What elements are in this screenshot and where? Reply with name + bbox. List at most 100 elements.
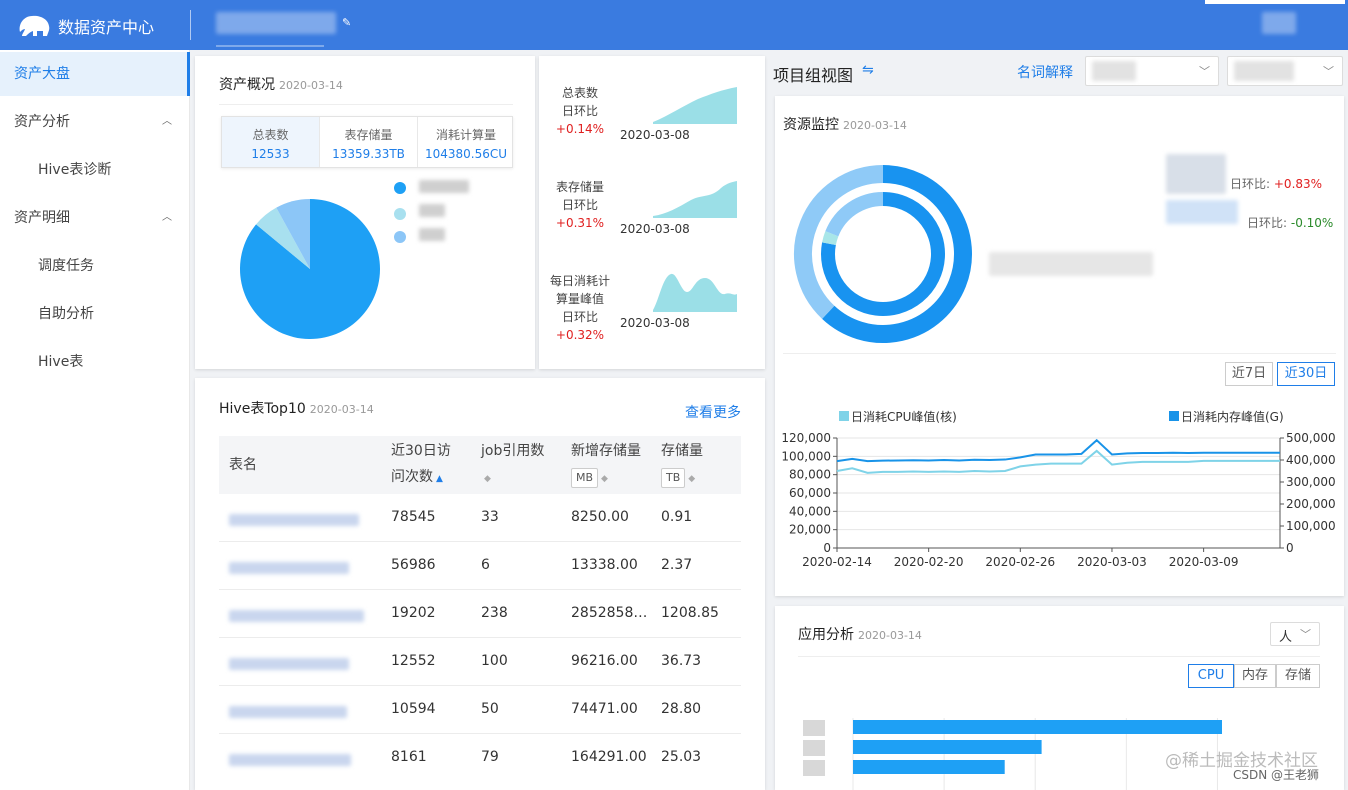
table-name-link[interactable] [229,514,359,526]
change-label: 日环比: +0.83% [1230,175,1322,192]
legend-label: 日消耗内存峰值(G) [1181,410,1284,424]
range-7d-button[interactable]: 近7日 [1225,362,1273,386]
table-row[interactable]: 56986 6 13338.00 2.37 [219,542,741,590]
sparkline-compute [653,273,737,312]
panel-title: 资产概况 2020-03-14 [219,74,343,94]
col-header-visits[interactable]: 近30日访 问次数 ▲ [391,438,451,492]
y-tick-label-left: 20,000 [789,523,831,537]
cell-visits: 19202 [391,605,436,621]
asset-overview-panel: 资产概况 2020-03-14 总表数 12533 表存储量 13359.33TB… [195,56,535,369]
sidebar-item-hive-diagnosis[interactable]: Hive表诊断 [0,148,190,192]
table-name-link[interactable] [229,562,349,574]
cell-new-storage: 96216.00 [571,653,638,669]
table-header: 表名 近30日访 问次数 ▲ job引用数 ◆ 新增存储量 MB ◆ 存储量 TB ◆ [219,436,741,494]
spark-label-text: 算量峰值 [555,292,604,306]
sidebar-item-label: Hive表 [38,354,84,370]
col-header-text: 近30日访 [391,443,451,459]
dimension-dropdown[interactable]: 人 ﹀ [1270,622,1320,646]
cell-jobs: 79 [481,749,499,765]
unit-button-mb[interactable]: MB [571,468,599,488]
table-row[interactable]: 12552 100 96216.00 36.73 [219,638,741,686]
tab-total-tables[interactable]: 总表数 12533 [222,117,320,167]
cell-new-storage: 8250.00 [571,509,629,525]
overview-pie-chart [240,199,380,339]
glossary-link[interactable]: 名词解释 [1017,62,1073,82]
panel-date: 2020-03-14 [858,629,922,642]
view-more-link[interactable]: 查看更多 [685,402,741,422]
panel-date: 2020-03-14 [279,79,343,92]
cell-new-storage: 2852858… [571,605,648,621]
y-tick-label-right: 100,000 [1286,519,1336,533]
cell-storage: 28.80 [661,701,702,717]
spark-label-text: 日环比 [561,310,598,324]
hive-top10-panel: Hive表Top10 2020-03-14 查看更多 表名 近30日访 问次数 ▲ … [195,378,765,790]
sidebar-item-self-analysis[interactable]: 自助分析 [0,292,190,336]
col-header-jobs[interactable]: job引用数 ◆ [481,438,544,492]
dropdown-value [1092,61,1136,81]
chevron-down-icon: ﹀ [1199,65,1210,78]
unit-button-tb[interactable]: TB [661,468,686,488]
col-header-storage[interactable]: 存储量 TB ◆ [661,438,703,492]
sidebar-item-asset-dashboard[interactable]: 资产大盘 [0,52,190,96]
tab-table-storage[interactable]: 表存储量 13359.33TB [320,117,418,167]
col-header-text: 存储量 [661,443,703,459]
user-avatar[interactable] [1262,12,1296,34]
tab-memory[interactable]: 内存 [1234,664,1276,688]
legend-label [419,228,445,241]
col-header-new-storage[interactable]: 新增存储量 MB ◆ [571,438,641,492]
spark-date: 2020-03-08 [620,222,690,236]
y-tick-label-right: 400,000 [1286,453,1336,467]
table-row[interactable]: 78545 33 8250.00 0.91 [219,494,741,542]
sidebar-item-label: 调度任务 [38,258,94,274]
resource-line-chart: 120,000 100,000 80,000 60,000 40,000 20,000 0 5… [781,431,1336,569]
sort-icon[interactable]: ◆ [688,474,695,484]
sort-icon[interactable]: ◆ [484,474,491,484]
watermark-csdn: CSDN @王老狮 [1233,768,1320,782]
y-tick-label-right: 300,000 [1286,475,1336,489]
sort-icon[interactable]: ◆ [601,474,608,484]
switch-icon[interactable]: ⇋ [862,62,874,78]
range-30d-button[interactable]: 近30日 [1277,362,1335,386]
table-name-link[interactable] [229,610,364,622]
col-header-text: 问次数 [391,469,433,485]
cell-visits: 12552 [391,653,436,669]
table-name-link[interactable] [229,754,351,766]
divider [783,353,1336,354]
table-row[interactable]: 8161 79 164291.00 25.03 [219,734,741,782]
project-selector[interactable] [216,12,336,34]
legend-label [419,180,469,193]
edit-icon[interactable]: ✎ [342,16,351,29]
spark-date: 2020-03-08 [620,128,690,142]
table-name-link[interactable] [229,706,347,718]
tab-storage[interactable]: 存储 [1276,664,1320,688]
legend-dot [394,231,406,243]
tab-compute[interactable]: 消耗计算量 104380.56CU [418,117,514,167]
sidebar-item-schedule-tasks[interactable]: 调度任务 [0,244,190,288]
ring-inner-segment [822,231,839,246]
group-dropdown[interactable]: ﹀ [1227,56,1343,86]
trend-panel: 总表数 日环比 +0.14% 2020-03-08 表存储量 日环比 +0.31… [539,56,765,369]
panel-title-text: 资源监控 [783,117,839,133]
col-header-text: 新增存储量 [571,443,641,459]
cell-visits: 8161 [391,749,427,765]
tab-cpu[interactable]: CPU [1188,664,1234,688]
project-dropdown[interactable]: ﹀ [1085,56,1219,86]
sidebar-item-hive-table[interactable]: Hive表 [0,340,190,384]
project-selector-underline [216,45,324,47]
x-tick-label: 2020-03-03 [1077,555,1147,569]
table-name-link[interactable] [229,658,349,670]
chevron-up-icon: ︿ [162,212,172,223]
cell-new-storage: 164291.00 [571,749,647,765]
legend-cpu[interactable]: 日消耗CPU峰值(核) [839,408,957,425]
legend-mem[interactable]: 日消耗内存峰值(G) [1169,408,1284,425]
table-row[interactable]: 19202 238 2852858… 1208.85 [219,590,741,638]
cell-storage: 2.37 [661,557,693,573]
sidebar-item-asset-analysis[interactable]: 资产分析 ︿ [0,100,190,144]
sidebar-item-asset-detail[interactable]: 资产明细 ︿ [0,196,190,240]
sort-desc-icon[interactable]: ▲ [436,474,443,484]
legend-swatch [839,411,849,421]
bar-label [803,760,825,776]
col-header-text: job引用数 [481,443,545,459]
table-row[interactable]: 10594 50 74471.00 28.80 [219,686,741,734]
dropdown-value [1234,61,1294,81]
